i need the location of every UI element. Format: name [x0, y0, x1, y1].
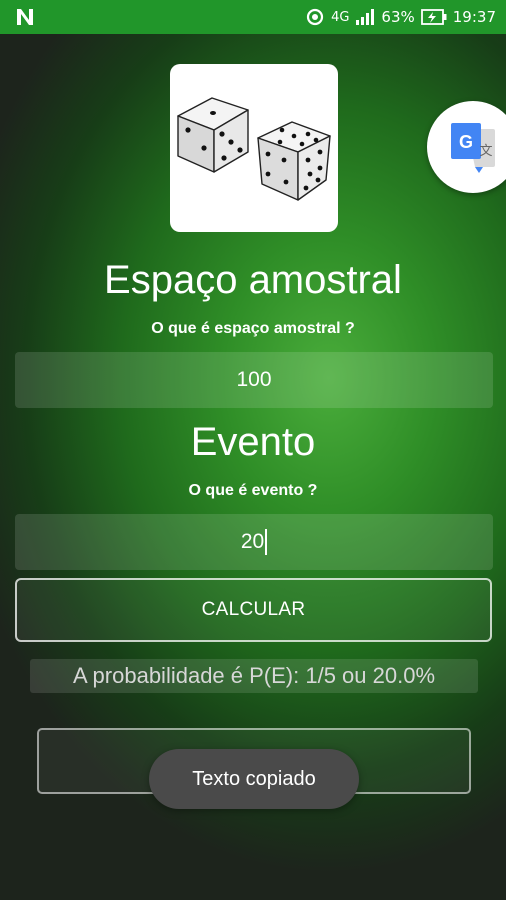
sample-space-value: 100	[236, 368, 272, 391]
app-notification-icon	[17, 9, 33, 25]
battery-percent: 63%	[381, 8, 415, 26]
sample-space-question[interactable]: O que é espaço amostral ?	[0, 320, 506, 338]
clock: 19:37	[452, 8, 496, 26]
event-value: 20	[240, 530, 265, 553]
dice-icon	[177, 97, 331, 201]
svg-text:文: 文	[479, 144, 492, 159]
google-translate-icon: G 文	[451, 123, 495, 173]
status-bar: 4G 63% 19:37	[0, 0, 506, 34]
sync-icon	[305, 7, 325, 27]
sample-space-input[interactable]: 100	[15, 352, 493, 408]
calculate-button[interactable]: CALCULAR	[15, 578, 492, 642]
signal-icon	[355, 9, 375, 25]
network-type-label: 4G	[331, 9, 350, 25]
event-question[interactable]: O que é evento ?	[0, 482, 506, 500]
sample-space-title: Espaço amostral	[104, 258, 402, 302]
event-input[interactable]: 20	[15, 514, 493, 570]
probability-result: A probabilidade é P(E): 1/5 ou 20.0%	[30, 659, 478, 693]
text-cursor	[265, 529, 268, 555]
svg-text:G: G	[459, 132, 473, 152]
dice-image	[170, 64, 338, 232]
battery-charging-icon	[420, 9, 447, 25]
toast-message: Texto copiado	[149, 749, 359, 809]
event-title: Evento	[190, 420, 316, 464]
google-translate-bubble[interactable]: G 文	[427, 101, 506, 193]
